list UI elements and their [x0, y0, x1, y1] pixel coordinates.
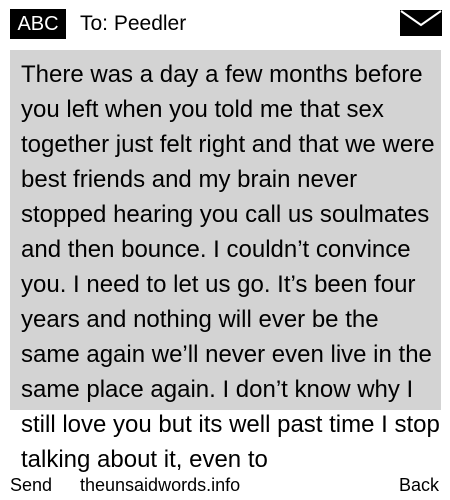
back-softkey[interactable]: Back: [399, 473, 439, 497]
message-body[interactable]: There was a day a few months before you …: [21, 57, 441, 477]
recipient-field[interactable]: To: Peedler: [80, 9, 186, 39]
envelope-icon: [400, 10, 442, 36]
send-softkey[interactable]: Send: [10, 473, 52, 497]
site-link[interactable]: theunsaidwords.info: [80, 473, 240, 497]
softkey-bar: Send theunsaidwords.info Back: [0, 470, 450, 500]
input-mode-badge[interactable]: ABC: [10, 9, 66, 39]
compose-header: ABC To: Peedler: [0, 0, 450, 50]
